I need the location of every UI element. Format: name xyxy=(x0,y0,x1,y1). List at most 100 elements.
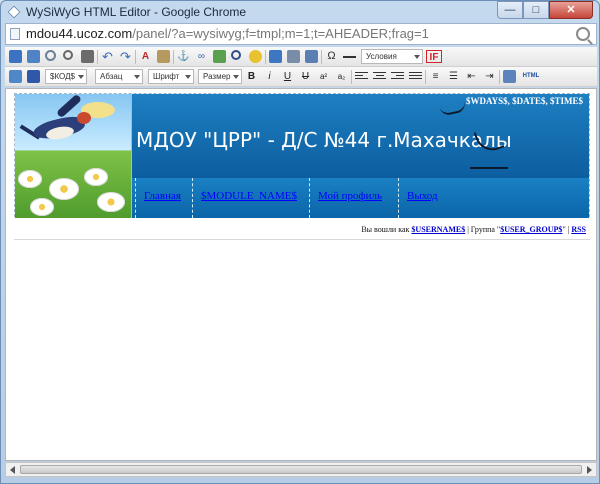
pen-mark xyxy=(439,101,467,117)
address-bar[interactable]: mdou44.ucoz.com/panel/?a=wysiwyg;f=tmpl;… xyxy=(5,23,597,45)
chevron-down-icon xyxy=(414,55,420,59)
size-label: Размер xyxy=(203,72,231,81)
table-icon[interactable] xyxy=(269,50,282,63)
page-icon xyxy=(10,28,20,40)
toolbar-separator xyxy=(265,50,266,64)
binoculars-icon[interactable] xyxy=(81,50,94,63)
strikethrough-button[interactable]: U xyxy=(299,70,312,83)
underline-button[interactable]: U xyxy=(281,70,294,83)
toolbar-separator xyxy=(499,70,500,84)
editor-toolbar-2: $КОД$ Абзац Шрифт Размер B i U U a² a₂ ≡… xyxy=(5,67,597,87)
rss-link[interactable]: RSS xyxy=(571,225,586,234)
toolbar-separator xyxy=(425,70,426,84)
indent-icon[interactable]: ⇥ xyxy=(483,70,496,83)
copy-icon[interactable] xyxy=(27,70,40,83)
horizontal-scrollbar[interactable] xyxy=(5,462,597,477)
toolbar-separator xyxy=(173,50,174,64)
font-dropdown[interactable]: Шрифт xyxy=(148,69,194,84)
menu-item-profile: Мой профиль xyxy=(309,178,398,218)
menu-item-logout: Выход xyxy=(398,178,458,218)
align-justify-icon[interactable] xyxy=(409,70,422,83)
flower xyxy=(84,168,108,186)
menu-item-module: $MODULE_NAME$ xyxy=(192,178,309,218)
preview-icon[interactable] xyxy=(45,50,56,61)
redo-icon[interactable]: ↷ xyxy=(119,50,132,63)
cleanup-icon[interactable] xyxy=(503,70,516,83)
toolbar-separator xyxy=(97,50,98,64)
flash-icon[interactable] xyxy=(231,50,241,60)
editor-toolbar-1: ↶ ↷ A ⚓ ∞ Ω Условия IF xyxy=(5,47,597,67)
menu-link-profile[interactable]: Мой профиль xyxy=(318,190,382,202)
edit-icon[interactable] xyxy=(287,50,300,63)
group-suffix: " | xyxy=(562,225,570,234)
header-illustration xyxy=(15,94,131,218)
header-banner: $WDAYS$, $DATE$, $TIME$ МДОУ "ЦРР" - Д/С… xyxy=(131,94,589,178)
align-left-icon[interactable] xyxy=(355,70,368,83)
flower xyxy=(49,178,79,200)
form-icon[interactable] xyxy=(305,50,318,63)
window-controls: — □ ✕ xyxy=(497,1,593,19)
text-color-icon[interactable]: A xyxy=(139,50,152,63)
unordered-list-icon[interactable]: ☰ xyxy=(447,70,460,83)
user-status-line: Вы вошли как $USERNAME$ | Группа "$USER_… xyxy=(6,225,586,237)
align-right-icon[interactable] xyxy=(391,70,404,83)
html-mode-button[interactable]: HTML xyxy=(521,70,541,83)
close-button[interactable]: ✕ xyxy=(549,1,593,19)
code-dropdown[interactable]: $КОД$ xyxy=(45,69,87,84)
minimize-button[interactable]: — xyxy=(497,1,523,19)
bold-button[interactable]: B xyxy=(245,70,258,83)
subscript-button[interactable]: a₂ xyxy=(335,70,348,83)
app-icon xyxy=(7,5,21,19)
ordered-list-icon[interactable]: ≡ xyxy=(429,70,442,83)
url-path: /panel/?a=wysiwyg;f=tmpl;m=1;t=AHEADER;f… xyxy=(132,26,429,41)
scroll-left-icon[interactable] xyxy=(10,466,15,474)
scroll-right-icon[interactable] xyxy=(587,466,592,474)
template-header: $WDAYS$, $DATE$, $TIME$ МДОУ "ЦРР" - Д/С… xyxy=(14,93,590,218)
conditions-label: Условия xyxy=(366,52,397,61)
font-label: Шрифт xyxy=(153,72,180,81)
undo-icon[interactable]: ↶ xyxy=(101,50,114,63)
if-button[interactable]: IF xyxy=(426,50,442,63)
maximize-button[interactable]: □ xyxy=(523,1,549,19)
url-text[interactable]: mdou44.ucoz.com/panel/?a=wysiwyg;f=tmpl;… xyxy=(26,26,429,41)
superscript-button[interactable]: a² xyxy=(317,70,330,83)
anchor-icon[interactable]: ⚓ xyxy=(177,50,190,63)
toolbar-separator xyxy=(321,50,322,64)
background-color-icon[interactable] xyxy=(157,50,170,63)
user-group-link[interactable]: $USER_GROUP$ xyxy=(500,225,562,234)
link-icon[interactable]: ∞ xyxy=(195,50,208,63)
menu-link-logout[interactable]: Выход xyxy=(407,190,438,202)
search-icon[interactable] xyxy=(576,27,590,41)
horizontal-rule-icon[interactable] xyxy=(343,50,356,63)
conditions-dropdown[interactable]: Условия xyxy=(361,49,423,64)
outdent-icon[interactable]: ⇤ xyxy=(465,70,478,83)
menu-link-home[interactable]: Главная xyxy=(144,190,181,202)
paragraph-dropdown[interactable]: Абзац xyxy=(95,69,143,84)
italic-button[interactable]: i xyxy=(263,70,276,83)
bird-face xyxy=(77,112,91,124)
image-icon[interactable] xyxy=(213,50,226,63)
menu-bar: Главная $MODULE_NAME$ Мой профиль Выход xyxy=(131,178,589,218)
chevron-down-icon xyxy=(134,75,140,79)
site-title: МДОУ "ЦРР" - Д/С №44 г.Махачкалы xyxy=(136,128,512,152)
special-char-icon[interactable]: Ω xyxy=(325,50,338,63)
align-center-icon[interactable] xyxy=(373,70,386,83)
floppy-icon[interactable] xyxy=(27,50,40,63)
cut-icon[interactable] xyxy=(9,70,22,83)
username-link[interactable]: $USERNAME$ xyxy=(411,225,465,234)
browser-window: WySiWyG HTML Editor - Google Chrome — □ … xyxy=(0,0,600,484)
toolbar-separator xyxy=(135,50,136,64)
paragraph-label: Абзац xyxy=(100,72,123,81)
flower xyxy=(18,170,42,188)
url-host: mdou44.ucoz.com xyxy=(26,26,133,41)
date-time-placeholder: $WDAYS$, $DATE$, $TIME$ xyxy=(465,96,583,106)
find-icon[interactable] xyxy=(63,50,73,60)
smile-icon[interactable] xyxy=(249,50,262,63)
editor-canvas[interactable]: $WDAYS$, $DATE$, $TIME$ МДОУ "ЦРР" - Д/С… xyxy=(5,88,597,461)
menu-item-home: Главная xyxy=(135,178,192,218)
scrollbar-thumb[interactable] xyxy=(20,465,582,474)
size-dropdown[interactable]: Размер xyxy=(198,69,242,84)
save-icon[interactable] xyxy=(9,50,22,63)
menu-link-module[interactable]: $MODULE_NAME$ xyxy=(201,190,297,202)
toolbar-separator xyxy=(351,70,352,84)
